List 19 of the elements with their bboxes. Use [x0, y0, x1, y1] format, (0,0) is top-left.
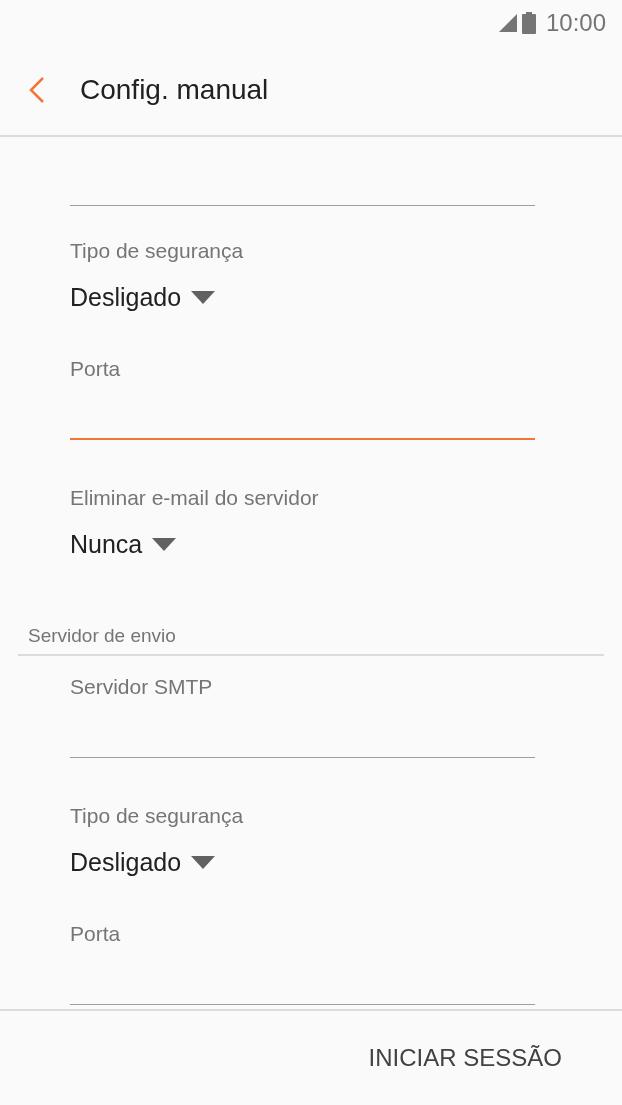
dropdown[interactable]: Desligado [70, 280, 216, 316]
back-icon [28, 76, 46, 104]
sign-in-button[interactable]: INICIAR SESSÃO [364, 1032, 566, 1084]
field-label: Servidor SMTP [70, 674, 213, 700]
signal-icon [497, 13, 518, 32]
dropdown[interactable]: Nunca [70, 527, 177, 563]
section-header: Servidor de envio [28, 624, 176, 649]
dropdown-arrow-icon [152, 538, 177, 552]
battery-icon [521, 11, 536, 34]
dropdown-arrow-icon [191, 291, 216, 305]
field-label: Porta [70, 356, 121, 382]
dropdown-arrow-icon [191, 856, 216, 870]
field-label: Tipo de segurança [70, 803, 244, 829]
field-label: Porta [70, 921, 121, 947]
field-label: Tipo de segurança [70, 238, 244, 264]
screen-title: Config. manual [80, 73, 269, 107]
field-label: Eliminar e-mail do servidor [70, 485, 319, 511]
dropdown[interactable]: Desligado [70, 845, 216, 881]
status-time: 10:00 [545, 7, 606, 38]
